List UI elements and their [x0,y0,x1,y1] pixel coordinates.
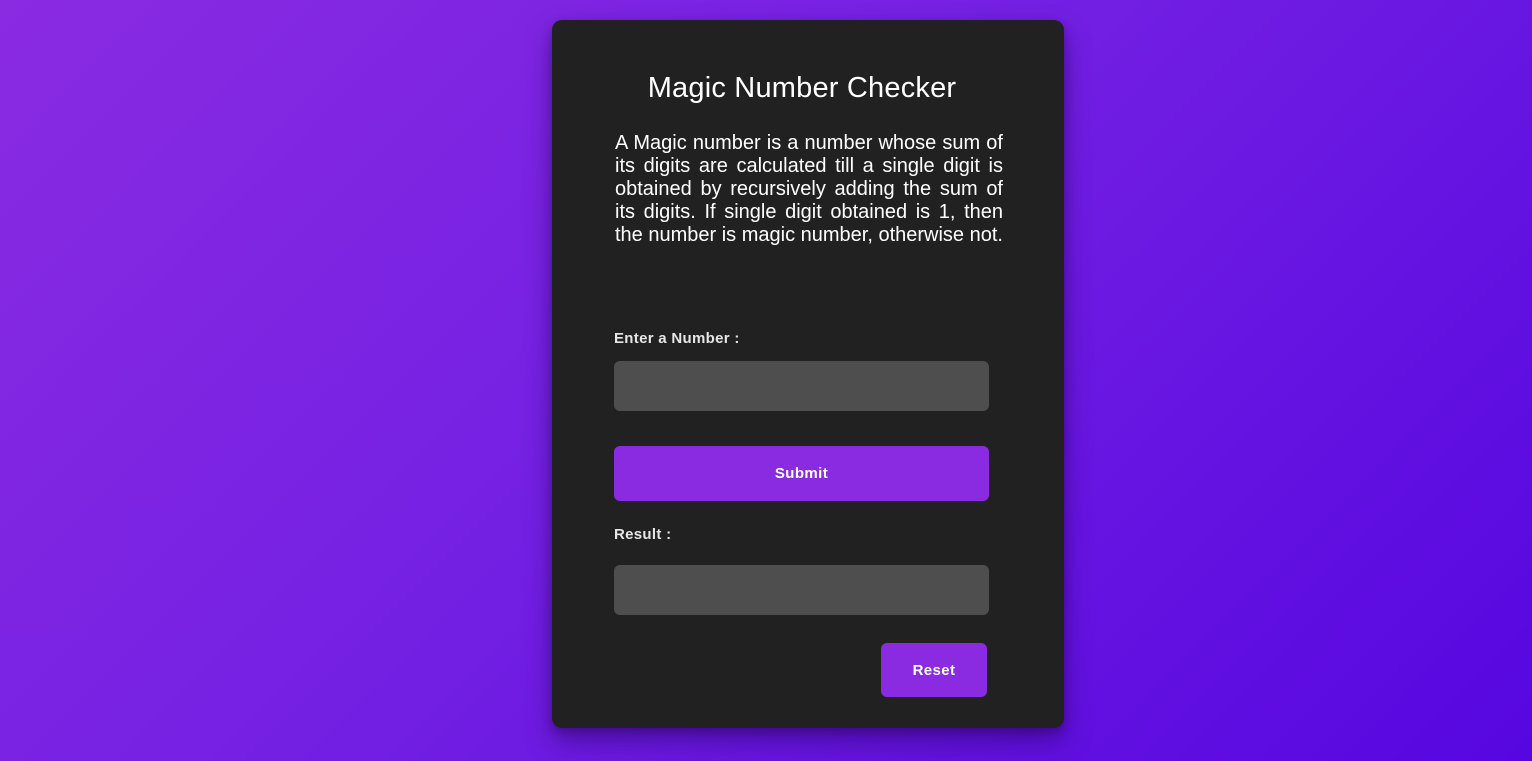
number-input[interactable] [614,361,989,411]
result-field[interactable] [614,565,989,615]
result-label: Result : [614,526,672,543]
description-text: A Magic number is a number whose sum of … [615,132,1003,246]
reset-button[interactable]: Reset [881,643,987,697]
number-label: Enter a Number : [614,330,740,347]
submit-button[interactable]: Submit [614,446,989,501]
page-title: Magic Number Checker [647,72,957,104]
magic-number-card: Magic Number Checker A Magic number is a… [552,20,1064,728]
